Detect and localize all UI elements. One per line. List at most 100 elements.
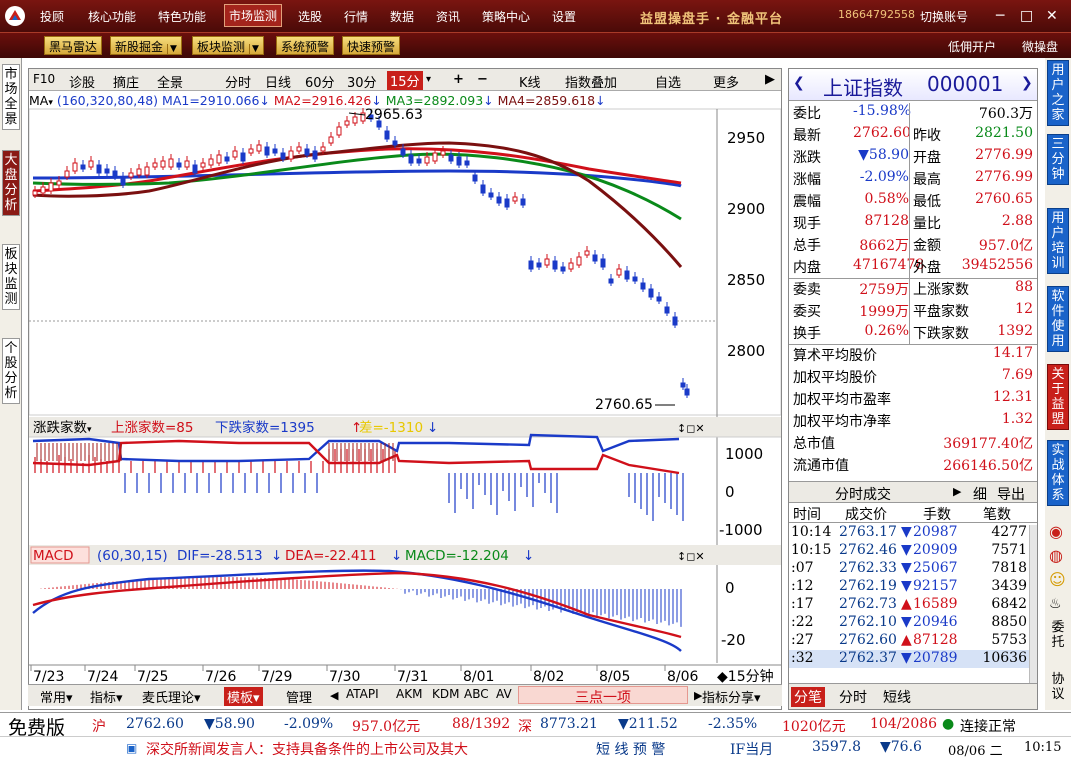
zoom-in-button[interactable]: + <box>453 72 464 87</box>
tab-template[interactable]: 模板▾ <box>224 687 263 706</box>
tick-row[interactable]: 10:14 2763.17 ▼ 20987 4277 <box>789 524 1029 542</box>
chevron-down-icon[interactable]: ▾ <box>426 74 431 85</box>
tick-row[interactable]: :32 2762.37 ▼ 20789 10636 <box>789 650 1029 668</box>
chevron-down-icon[interactable]: ▼ <box>167 44 177 54</box>
tab-shortline[interactable]: 短线 <box>883 687 911 707</box>
micro-trade-link[interactable]: 微操盘 <box>1022 38 1058 55</box>
low-commission-link[interactable]: 低佣开户 <box>948 38 996 55</box>
tab-intraday[interactable]: 分时 <box>839 687 867 707</box>
new-stock-button[interactable]: 新股掘金 ▼ <box>110 36 182 55</box>
kline-dropdown[interactable]: K线 <box>519 72 541 91</box>
menu-item-stock-picker[interactable]: 选股 <box>298 8 322 25</box>
menu-item-settings[interactable]: 设置 <box>552 8 576 25</box>
tick-row[interactable]: :07 2762.33 ▼ 25067 7818 <box>789 560 1029 578</box>
minimize-icon[interactable]: ─ <box>996 8 1004 24</box>
zoom-out-button[interactable]: − <box>477 72 488 87</box>
practice-system-button[interactable]: 实战体系 <box>1047 440 1069 506</box>
prev-index-icon[interactable]: ❮ <box>793 75 805 91</box>
diagnose-button[interactable]: 诊股 <box>69 72 95 91</box>
period-15min[interactable]: 15分 <box>387 71 423 90</box>
service-icon[interactable]: ♨ <box>1049 596 1062 612</box>
index-overlay-dropdown[interactable]: 指数叠加 <box>565 72 617 91</box>
tick-row[interactable]: :22 2762.10 ▼ 20946 8850 <box>789 614 1029 632</box>
menu-item-advisor[interactable]: 投顾 <box>40 8 64 25</box>
scroll-left-icon[interactable]: ◀ <box>330 689 338 702</box>
next-index-icon[interactable]: ❯ <box>1021 75 1033 91</box>
three-minutes-button[interactable]: 三分钟 <box>1047 134 1069 185</box>
tick-row[interactable]: :27 2762.60 ▲ 87128 5753 <box>789 632 1029 650</box>
tab-indicators[interactable]: 指标▾ <box>90 687 123 706</box>
dealer-button[interactable]: 摘庄 <box>113 72 139 91</box>
self-select-dropdown[interactable]: 自选 <box>655 72 681 91</box>
tab-av[interactable]: AV <box>496 687 512 701</box>
tick-row[interactable]: :17 2762.73 ▲ 16589 6842 <box>789 596 1029 614</box>
menu-item-strategy[interactable]: 策略中心 <box>482 8 530 25</box>
dark-horse-radar-button[interactable]: 黑马雷达 <box>44 36 103 55</box>
switch-account-link[interactable]: 切换账号 <box>920 8 968 25</box>
menu-item-feature[interactable]: 特色功能 <box>158 8 206 25</box>
tab-sector-monitor[interactable]: 板块监测 <box>2 244 20 310</box>
agreement-button[interactable]: 协议 <box>1049 672 1067 702</box>
collapse-icon[interactable]: ▶ <box>765 72 775 87</box>
tab-common[interactable]: 常用▾ <box>40 687 73 706</box>
software-usage-button[interactable]: 软件使用 <box>1047 286 1069 352</box>
menu-item-market-monitor[interactable]: 市场监测 <box>224 4 283 27</box>
user-icon[interactable]: ☺ <box>1049 570 1066 589</box>
tick-row[interactable]: 10:15 2762.46 ▼ 20909 7571 <box>789 542 1029 560</box>
tab-abc[interactable]: ABC <box>464 687 489 701</box>
tab-kdm[interactable]: KDM <box>432 687 459 701</box>
period-intraday[interactable]: 分时 <box>225 72 251 91</box>
menu-item-quotes[interactable]: 行情 <box>344 8 368 25</box>
more-dropdown[interactable]: 更多 <box>713 72 739 91</box>
notice-icon[interactable]: ◉ <box>1049 522 1063 541</box>
expand-icon[interactable]: ▶ <box>953 485 961 498</box>
sector-monitor-button[interactable]: 板块监测 ▼ <box>192 36 264 55</box>
system-alert-button[interactable]: 系统预警 <box>276 36 335 55</box>
menu-item-news[interactable]: 资讯 <box>436 8 460 25</box>
chat-icon[interactable]: ◍ <box>1049 546 1063 565</box>
candle-body <box>448 154 454 162</box>
user-home-button[interactable]: 用户之家 <box>1047 60 1069 126</box>
candle-body <box>456 156 462 166</box>
dif-line <box>32 569 682 652</box>
ticks-columns: 时间 成交价 手数 笔数 <box>789 503 1037 523</box>
panorama-button[interactable]: 全景 <box>157 72 183 91</box>
tab-market-panorama[interactable]: 市场全景 <box>2 64 20 130</box>
candle-body <box>80 164 86 170</box>
tab-indicator-share[interactable]: 指标分享▾ <box>702 687 761 706</box>
ticks-detail-button[interactable]: 细 <box>973 484 987 504</box>
panel-settings-icon[interactable]: ↕◻✕ <box>677 422 705 435</box>
order-button[interactable]: 委托 <box>1049 620 1067 650</box>
panel-settings-icon[interactable]: ↕◻✕ <box>677 550 705 563</box>
kline-chart-svg[interactable]: 2965.63 2760.65 2950 2900 2850 2800 涨跌家数… <box>29 91 781 685</box>
tab-market-analysis[interactable]: 大盘分析 <box>2 150 20 216</box>
period-daily[interactable]: 日线 <box>265 72 291 91</box>
about-yimeng-button[interactable]: 关于益盟 <box>1047 364 1069 430</box>
maximize-icon[interactable]: □ <box>1020 8 1033 24</box>
quick-alert-button[interactable]: 快速预警 <box>342 36 401 55</box>
quote-value: -15.98% <box>853 103 912 119</box>
candle-body <box>400 148 406 156</box>
tab-stock-analysis[interactable]: 个股分析 <box>2 338 20 404</box>
period-30min[interactable]: 30分 <box>347 72 377 91</box>
close-icon[interactable]: ✕ <box>1046 8 1058 24</box>
tick-row[interactable]: :12 2762.19 ▼ 92157 3439 <box>789 578 1029 596</box>
tick-direction-icon: ▼ <box>901 524 912 540</box>
tick-direction-icon: ▼ <box>901 614 912 630</box>
menu-item-core[interactable]: 核心功能 <box>88 8 136 25</box>
period-60min[interactable]: 60分 <box>305 72 335 91</box>
chevron-down-icon[interactable]: ▼ <box>249 44 259 54</box>
tab-atapi[interactable]: ATAPI <box>346 687 379 701</box>
tab-akm[interactable]: AKM <box>396 687 422 701</box>
tab-ticks[interactable]: 分笔 <box>791 687 825 707</box>
tab-mai-theory[interactable]: 麦氏理论▾ <box>142 687 201 706</box>
short-alert-label[interactable]: 短 线 预 警 <box>596 739 665 759</box>
ticks-scrollbar[interactable] <box>1029 525 1037 685</box>
menu-item-data[interactable]: 数据 <box>390 8 414 25</box>
f10-button[interactable]: F10 <box>33 72 55 86</box>
user-training-button[interactable]: 用户培训 <box>1047 208 1069 274</box>
tab-manage[interactable]: 管理 <box>286 687 312 706</box>
tab-three-point[interactable]: 三点一项 <box>518 686 688 706</box>
ticks-export-button[interactable]: 导出 <box>997 484 1025 504</box>
news-ticker[interactable]: 深交所新闻发言人：支持具备条件的上市公司及其大 <box>146 739 468 759</box>
